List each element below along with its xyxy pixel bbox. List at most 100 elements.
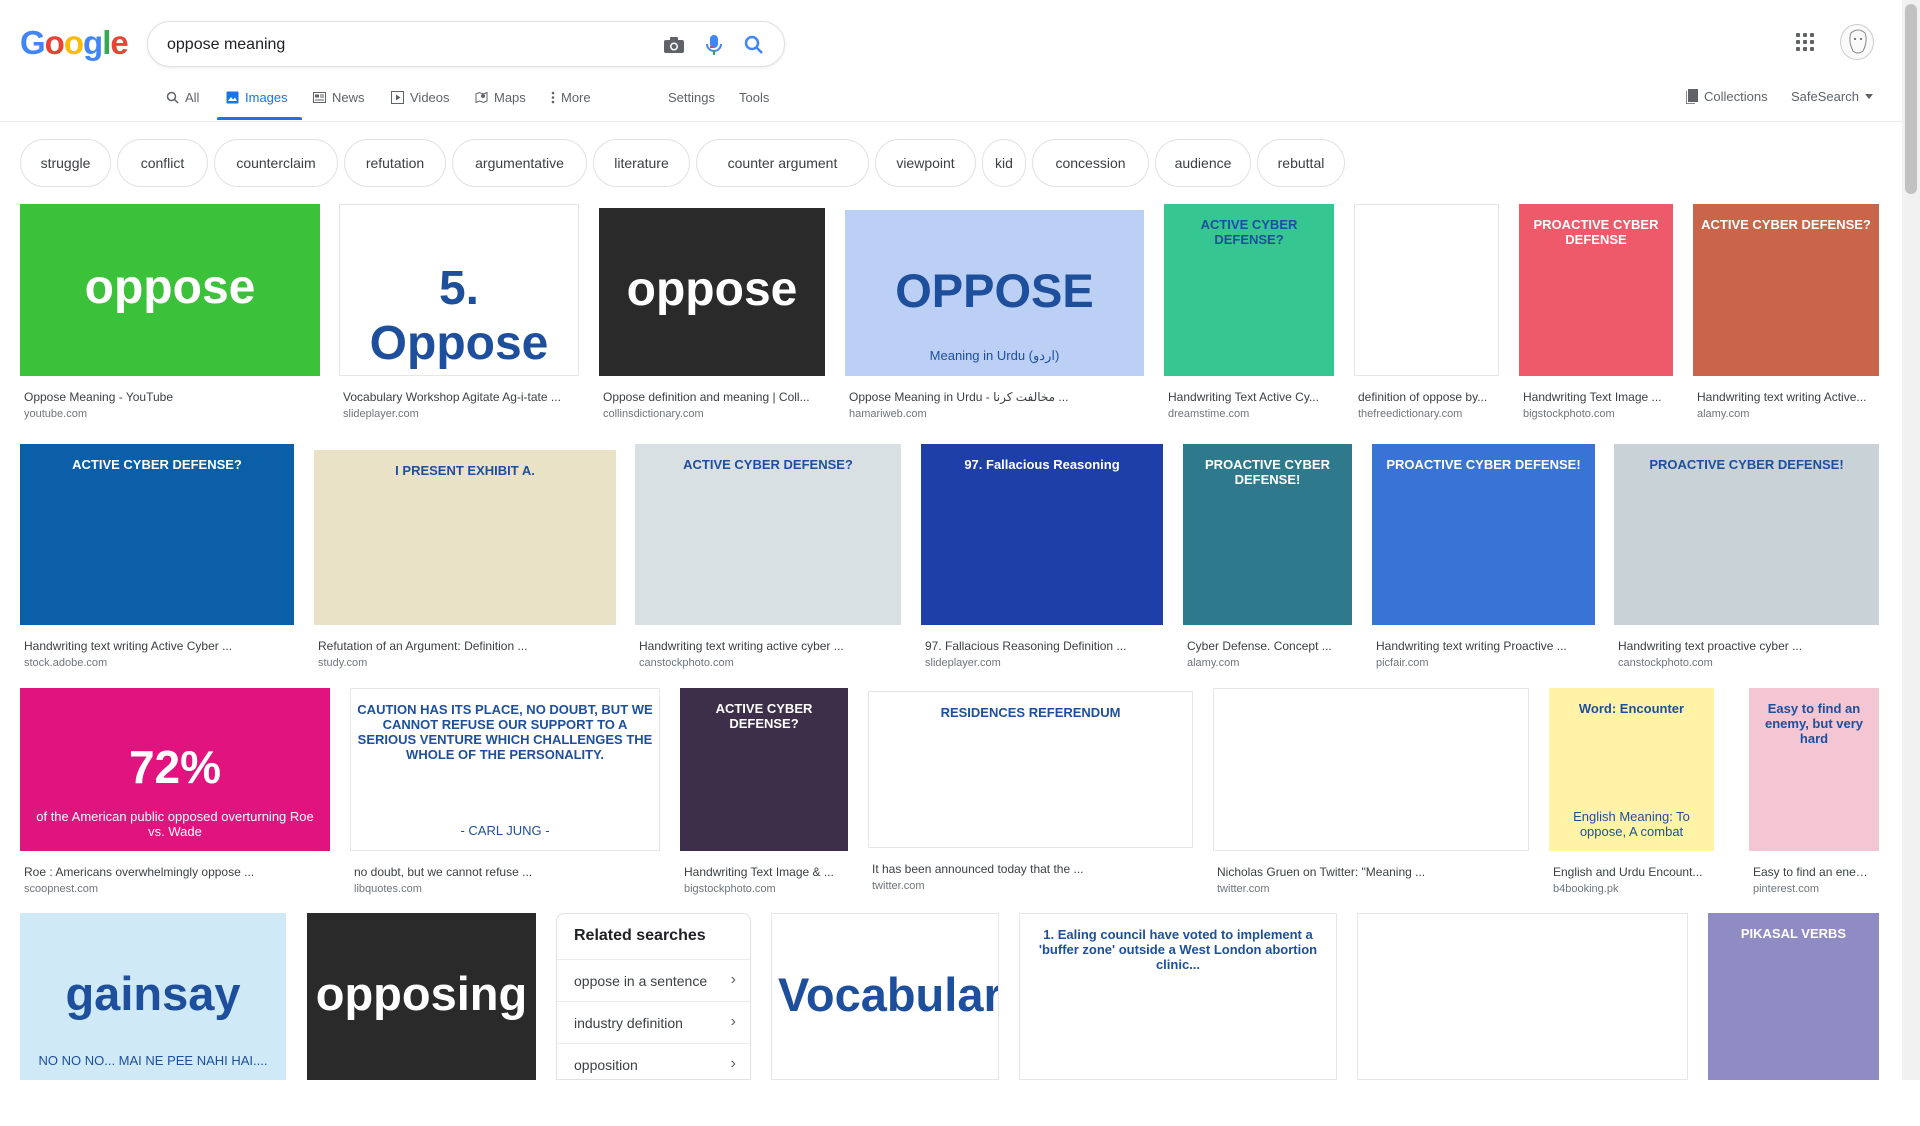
result-title[interactable]: no doubt, but we cannot refuse ... [354, 865, 658, 879]
result-thumbnail[interactable]: PROACTIVE CYBER DEFENSE [1519, 204, 1673, 376]
related-chip[interactable]: conflict [117, 139, 208, 187]
related-chip[interactable]: refutation [344, 139, 446, 187]
page-scrollbar[interactable] [1902, 0, 1920, 1080]
image-result[interactable]: gainsay NO NO NO... MAI NE PEE NAHI HAI..… [20, 913, 286, 1126]
tab-videos[interactable]: Videos [391, 90, 450, 105]
result-thumbnail[interactable]: 72% of the American public opposed overtu… [20, 688, 330, 851]
result-title[interactable]: Handwriting text writing active cyber ..… [639, 639, 899, 653]
search-input[interactable] [167, 32, 627, 58]
related-chip[interactable]: concession [1032, 139, 1149, 187]
result-thumbnail[interactable]: opposing [307, 913, 536, 1080]
result-title[interactable]: English and Urdu Encount... [1553, 865, 1712, 879]
image-result[interactable]: opposing [307, 913, 536, 1126]
result-title[interactable]: It has been announced today that the ... [872, 862, 1191, 876]
result-thumbnail[interactable]: gainsay NO NO NO... MAI NE PEE NAHI HAI..… [20, 913, 286, 1080]
image-result[interactable]: Easy to find an enemy, but very hard Easy… [1749, 688, 1879, 897]
result-thumbnail[interactable]: ACTIVE CYBER DEFENSE? [20, 444, 294, 625]
result-title[interactable]: definition of oppose by... [1358, 390, 1497, 404]
result-thumbnail[interactable]: oppose [20, 204, 320, 376]
image-result[interactable]: RESIDENCES REFERENDUM It has been announc… [868, 691, 1193, 894]
image-result[interactable]: PIKASAL VERBS [1708, 913, 1879, 1126]
result-thumbnail[interactable]: PIKASAL VERBS [1708, 913, 1879, 1080]
image-result[interactable]: definition of oppose by... thefreediction… [1354, 204, 1499, 422]
result-thumbnail[interactable]: I PRESENT EXHIBIT A. [314, 450, 616, 625]
result-title[interactable]: 97. Fallacious Reasoning Definition ... [925, 639, 1161, 653]
result-thumbnail[interactable]: 1. Ealing council have voted to implemen… [1019, 913, 1337, 1080]
tab-images[interactable]: Images [226, 90, 288, 105]
tab-all[interactable]: All [166, 90, 199, 105]
result-thumbnail[interactable] [1354, 204, 1499, 376]
result-thumbnail[interactable]: 97. Fallacious Reasoning [921, 444, 1163, 625]
image-result[interactable] [1357, 913, 1688, 1126]
related-chip[interactable]: argumentative [452, 139, 587, 187]
result-thumbnail[interactable]: RESIDENCES REFERENDUM [868, 691, 1193, 848]
result-thumbnail[interactable]: CAUTION HAS ITS PLACE, NO DOUBT, BUT WE … [350, 688, 660, 851]
result-title[interactable]: Handwriting text writing Active Cyber ..… [24, 639, 292, 653]
result-title[interactable]: Refutation of an Argument: Definition ..… [318, 639, 614, 653]
tools-link[interactable]: Tools [739, 90, 769, 105]
result-thumbnail[interactable] [1213, 688, 1529, 851]
image-result[interactable]: 97. Fallacious Reasoning 97. Fallacious R… [921, 444, 1163, 671]
result-title[interactable]: Oppose Meaning - YouTube [24, 390, 318, 404]
result-thumbnail[interactable]: oppose [599, 208, 825, 376]
result-title[interactable]: Handwriting text writing Active... [1697, 390, 1877, 404]
google-logo[interactable]: Google [20, 24, 129, 62]
tab-news[interactable]: News [313, 90, 365, 105]
result-thumbnail[interactable]: ACTIVE CYBER DEFENSE? [1693, 204, 1879, 376]
search-box[interactable] [147, 21, 785, 67]
image-result[interactable]: 1. Ealing council have voted to implemen… [1019, 913, 1337, 1126]
settings-link[interactable]: Settings [668, 90, 715, 105]
search-icon[interactable] [742, 33, 766, 57]
related-search-item[interactable]: oppose in a sentence › [557, 959, 750, 1001]
result-thumbnail[interactable]: PROACTIVE CYBER DEFENSE! [1183, 444, 1352, 625]
result-thumbnail[interactable]: Word: Encounter English Meaning: To oppos… [1549, 688, 1714, 851]
image-result[interactable]: 72% of the American public opposed overtu… [20, 688, 330, 897]
related-chip[interactable]: struggle [20, 139, 111, 187]
image-result[interactable]: Vocabulary [771, 913, 999, 1126]
image-result[interactable]: oppose Oppose definition and meaning | Co… [599, 208, 825, 422]
result-title[interactable]: Handwriting Text Image & ... [684, 865, 846, 879]
result-title[interactable]: Cyber Defense. Concept ... [1187, 639, 1350, 653]
result-thumbnail[interactable]: PROACTIVE CYBER DEFENSE! [1372, 444, 1595, 625]
result-title[interactable]: Handwriting text proactive cyber ... [1618, 639, 1877, 653]
related-chip[interactable]: literature [593, 139, 690, 187]
result-title[interactable]: Vocabulary Workshop Agitate Ag-i-tate ..… [343, 390, 577, 404]
result-title[interactable]: Oppose definition and meaning | Coll... [603, 390, 823, 404]
result-thumbnail[interactable]: Easy to find an enemy, but very hard [1749, 688, 1879, 851]
result-title[interactable]: Handwriting text writing Proactive ... [1376, 639, 1593, 653]
tab-maps[interactable]: Maps [475, 90, 526, 105]
result-thumbnail[interactable]: PROACTIVE CYBER DEFENSE! [1614, 444, 1879, 625]
related-chip[interactable]: audience [1155, 139, 1251, 187]
result-thumbnail[interactable]: 5. Oppose [339, 204, 579, 376]
result-thumbnail[interactable]: ACTIVE CYBER DEFENSE? [635, 444, 901, 625]
image-result[interactable]: CAUTION HAS ITS PLACE, NO DOUBT, BUT WE … [350, 688, 660, 897]
result-title[interactable]: Handwriting Text Image ... [1523, 390, 1671, 404]
apps-grid-icon[interactable] [1796, 33, 1818, 55]
related-chip[interactable]: counter argument [696, 139, 869, 187]
result-title[interactable]: Roe : Americans overwhelmingly oppose ..… [24, 865, 328, 879]
image-result[interactable]: OPPOSE Meaning in Urdu (اردو) Oppose Meani… [845, 210, 1144, 422]
image-result[interactable]: PROACTIVE CYBER DEFENSE! Cyber Defense. C… [1183, 444, 1352, 671]
result-thumbnail[interactable]: OPPOSE Meaning in Urdu (اردو) [845, 210, 1144, 376]
image-result[interactable]: Nicholas Gruen on Twitter: "Meaning ... t… [1213, 688, 1529, 897]
result-title[interactable]: Nicholas Gruen on Twitter: "Meaning ... [1217, 865, 1527, 879]
image-result[interactable]: ACTIVE CYBER DEFENSE? Handwriting text wr… [20, 444, 294, 671]
image-result[interactable]: ACTIVE CYBER DEFENSE? Handwriting text wr… [1693, 204, 1879, 422]
related-chip[interactable]: kid [982, 139, 1026, 187]
image-result[interactable]: PROACTIVE CYBER DEFENSE! Handwriting text… [1372, 444, 1595, 671]
related-search-item[interactable]: opposition › [557, 1043, 750, 1085]
result-thumbnail[interactable]: ACTIVE CYBER DEFENSE? [680, 688, 848, 851]
result-title[interactable]: Oppose Meaning in Urdu - مخالفت کرنا ... [849, 390, 1142, 404]
result-thumbnail[interactable]: Vocabulary [771, 913, 999, 1080]
related-chip[interactable]: viewpoint [875, 139, 976, 187]
collections-link[interactable]: Collections [1686, 89, 1768, 104]
image-result[interactable]: PROACTIVE CYBER DEFENSE Handwriting Text … [1519, 204, 1673, 422]
image-result[interactable]: 5. Oppose Vocabulary Workshop Agitate Ag-… [339, 204, 579, 422]
result-thumbnail[interactable]: ACTIVE CYBER DEFENSE? [1164, 204, 1334, 376]
image-result[interactable]: ACTIVE CYBER DEFENSE? Handwriting Text Im… [680, 688, 848, 897]
related-chip[interactable]: rebuttal [1257, 139, 1345, 187]
image-result[interactable]: I PRESENT EXHIBIT A. Refutation of an Arg… [314, 450, 616, 671]
result-title[interactable]: Handwriting Text Active Cy... [1168, 390, 1332, 404]
image-result[interactable]: PROACTIVE CYBER DEFENSE! Handwriting text… [1614, 444, 1879, 671]
microphone-icon[interactable] [702, 33, 726, 57]
